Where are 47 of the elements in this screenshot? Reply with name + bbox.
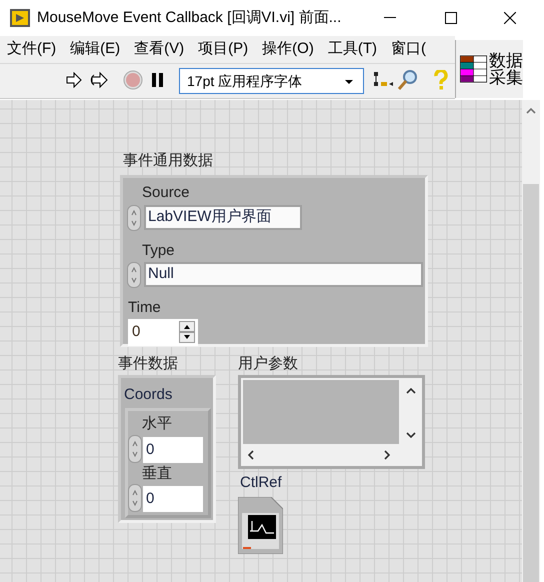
control-label: 垂直 [142,464,172,484]
numeric-field[interactable]: 0 [143,437,203,463]
control-label: 水平 [142,414,172,434]
pause-icon[interactable] [152,73,164,87]
window-title: MouseMove Event Callback [回调VI.vi] 前面... [37,8,342,28]
control-label: Source [142,183,190,203]
spinner-icon[interactable] [128,484,142,512]
scrollbar[interactable] [522,100,540,582]
close-icon[interactable] [504,12,516,24]
ring-field[interactable]: Null [144,262,423,287]
font-dropdown[interactable]: 17pt 应用程序字体 [179,68,364,94]
menu-item[interactable]: 工具(T) [320,38,384,61]
menu-item[interactable]: 查看(V) [127,38,192,61]
vi-icon-text: 数据 [489,52,523,69]
control-label: Time [128,298,161,318]
control-label: 事件通用数据 [123,151,213,171]
control-label: Type [142,241,175,261]
minimize-icon[interactable] [384,17,396,19]
menu-item[interactable]: 编辑(E) [63,38,128,61]
search-icon[interactable] [397,69,419,91]
scroll-left-icon[interactable] [248,450,254,460]
run-continuously-icon[interactable] [90,71,109,89]
run-arrow-icon[interactable] [66,72,82,88]
menu-item[interactable]: 操作(O) [255,38,321,61]
scroll-up-icon[interactable] [406,388,416,394]
dropdown-caret-icon [345,80,353,84]
app-icon [10,9,30,27]
scrollbar-thumb[interactable] [523,184,539,582]
vi-icon-text: 采集 [489,69,523,86]
numeric-field[interactable]: 0 [128,319,198,346]
spinner-icon[interactable] [128,435,142,463]
control-reference-icon[interactable] [238,497,283,554]
menu-item[interactable]: 窗口( [384,38,433,61]
menu-item[interactable]: 文件(F) [0,38,64,61]
menu-item[interactable]: 项目(P) [191,38,256,61]
ring-spinner-icon[interactable] [127,262,141,288]
control-label: 用户参数 [238,354,298,374]
control-label: Coords [124,385,172,405]
ring-spinner-icon[interactable] [127,205,141,231]
maximize-icon[interactable] [445,12,457,24]
spin-buttons-icon[interactable] [179,321,195,343]
ring-field[interactable]: LabVIEW用户界面 [144,205,302,230]
scroll-right-icon[interactable] [384,450,390,460]
control-label: 事件数据 [118,354,178,374]
scroll-down-icon[interactable] [406,432,416,438]
numeric-field[interactable]: 0 [143,486,203,512]
control-label: CtlRef [240,473,282,493]
